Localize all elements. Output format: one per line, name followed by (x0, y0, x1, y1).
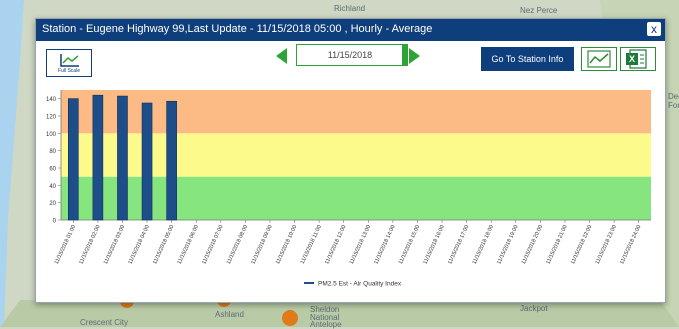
y-tick-label: 20 (49, 201, 56, 207)
map-label: Nez Perce (520, 6, 558, 15)
x-tick-label: 11/15/2018 23:00 (595, 224, 618, 265)
x-tick-label: 11/15/2018 24:00 (619, 224, 642, 265)
x-tick-label: 11/15/2018 20:00 (521, 224, 544, 265)
map-label: Richland (334, 4, 366, 13)
x-tick-label: 11/15/2018 16:00 (422, 224, 445, 265)
x-tick-label: 11/15/2018 05:00 (152, 224, 175, 265)
x-tick-label: 11/15/2018 21:00 (545, 224, 568, 265)
x-tick-label: 11/15/2018 19:00 (496, 224, 519, 265)
map-label: Deer (668, 92, 679, 101)
y-tick-label: 120 (46, 115, 57, 121)
x-tick-label: 11/15/2018 17:00 (447, 224, 470, 265)
x-tick-label: 11/15/2018 18:00 (472, 224, 495, 265)
pm25-bar (67, 98, 79, 221)
x-tick-label: 11/15/2018 08:00 (226, 224, 249, 265)
map-label: Antelope (310, 320, 342, 329)
x-tick-label: 11/15/2018 13:00 (349, 224, 372, 265)
y-tick-label: 40 (49, 184, 56, 190)
x-tick-label: 11/15/2018 02:00 (78, 224, 101, 265)
x-tick-label: 11/15/2018 10:00 (275, 224, 298, 265)
station-dialog: Station - Eugene Highway 99,Last Update … (35, 18, 666, 303)
x-tick-label: 11/15/2018 12:00 (324, 224, 347, 265)
pm25-bar-chart: 02040608010012014011/15/2018 01:00 11/15/… (46, 90, 651, 288)
x-tick-label: 11/15/2018 09:00 (250, 224, 273, 265)
x-tick-label: 11/15/2018 04:00 (127, 224, 150, 265)
y-tick-label: 140 (46, 97, 57, 103)
x-tick-label: 11/15/2018 15:00 (398, 224, 421, 265)
pm25-bar (92, 94, 104, 221)
y-tick-label: 60 (49, 167, 56, 173)
legend-label: PM2.5 Est - Air Quality Index (318, 281, 402, 288)
pm25-bar (117, 95, 128, 221)
x-tick-label: 11/15/2018 06:00 (177, 224, 200, 265)
map-label: Jackpot (520, 304, 548, 313)
map-label: Fore (668, 101, 679, 110)
x-tick-label: 11/15/2018 22:00 (570, 224, 593, 265)
y-tick-label: 80 (49, 149, 56, 155)
x-tick-label: 11/15/2018 14:00 (373, 224, 396, 265)
pm25-bar (166, 100, 177, 221)
map-label: Crescent City (80, 318, 129, 327)
x-tick-label: 11/15/2018 11:00 (300, 224, 323, 265)
pm25-bar (141, 102, 153, 221)
y-tick-label: 100 (46, 132, 57, 138)
y-tick-label: 0 (53, 219, 57, 225)
map-label: Ashland (215, 310, 244, 319)
x-tick-label: 11/15/2018 07:00 (201, 224, 224, 265)
x-tick-label: 11/15/2018 03:00 (103, 224, 126, 265)
x-tick-label: 11/15/2018 01:00 (54, 224, 77, 265)
